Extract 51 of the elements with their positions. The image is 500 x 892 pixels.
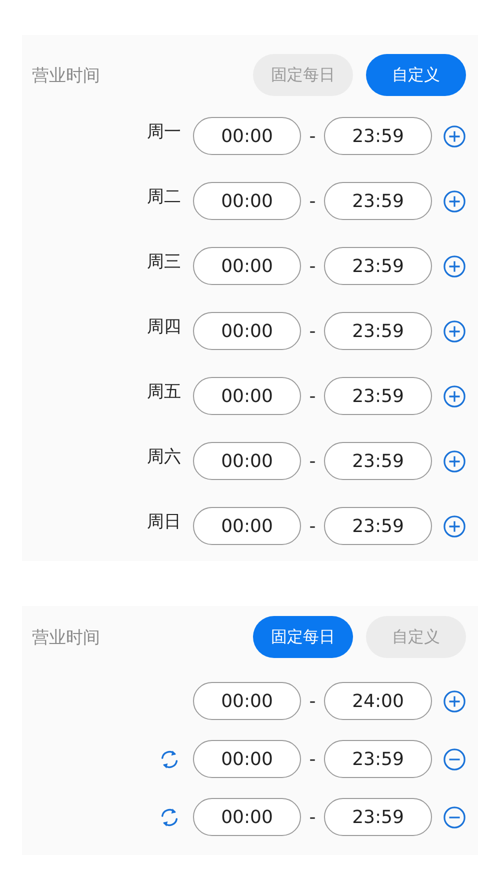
end-time-field[interactable]: 23:59 bbox=[324, 377, 432, 415]
add-icon[interactable] bbox=[443, 690, 466, 712]
start-time-field[interactable]: 00:00 bbox=[193, 247, 301, 285]
start-time-field[interactable]: 00:00 bbox=[193, 312, 301, 350]
day-label: 周四 bbox=[147, 316, 181, 338]
start-time-field[interactable]: 00:00 bbox=[193, 682, 301, 720]
add-icon[interactable] bbox=[443, 320, 466, 342]
mode-button[interactable]: 固定每日 bbox=[253, 616, 353, 658]
range-dash: - bbox=[308, 256, 317, 276]
start-time-field[interactable]: 00:00 bbox=[193, 377, 301, 415]
range-dash: - bbox=[308, 806, 317, 828]
add-icon[interactable] bbox=[443, 384, 466, 408]
range-dash: - bbox=[308, 126, 317, 146]
range-dash: - bbox=[308, 748, 317, 770]
remove-icon[interactable] bbox=[443, 748, 466, 770]
add-icon[interactable] bbox=[443, 254, 466, 278]
start-time-field[interactable]: 00:00 bbox=[193, 182, 301, 220]
start-time-field[interactable]: 00:00 bbox=[193, 740, 301, 778]
mode-button[interactable]: 自定义 bbox=[366, 54, 466, 96]
end-time-field[interactable]: 23:59 bbox=[324, 312, 432, 350]
end-time-field[interactable]: 23:59 bbox=[324, 740, 432, 778]
day-label: 周日 bbox=[147, 510, 181, 532]
end-time-field[interactable]: 23:59 bbox=[324, 117, 432, 155]
add-icon[interactable] bbox=[443, 514, 466, 538]
day-label: 周六 bbox=[147, 446, 181, 468]
start-time-field[interactable]: 00:00 bbox=[193, 798, 301, 836]
end-time-field[interactable]: 23:59 bbox=[324, 507, 432, 545]
range-dash: - bbox=[308, 690, 317, 712]
range-dash: - bbox=[308, 190, 317, 212]
end-time-field[interactable]: 23:59 bbox=[324, 798, 432, 836]
end-time-field[interactable]: 24:00 bbox=[324, 682, 432, 720]
start-time-field[interactable]: 00:00 bbox=[193, 507, 301, 545]
start-time-field[interactable]: 00:00 bbox=[193, 442, 301, 480]
range-dash: - bbox=[308, 450, 317, 472]
section-title: 营业时间 bbox=[32, 64, 100, 86]
day-label: 周三 bbox=[147, 250, 181, 272]
range-dash: - bbox=[308, 320, 317, 342]
range-dash: - bbox=[308, 386, 317, 406]
range-dash: - bbox=[308, 516, 317, 536]
add-icon[interactable] bbox=[443, 450, 466, 472]
day-label: 周五 bbox=[147, 380, 181, 402]
day-label: 周一 bbox=[147, 120, 181, 142]
day-label: 周二 bbox=[147, 186, 181, 208]
end-time-field[interactable]: 23:59 bbox=[324, 247, 432, 285]
add-icon[interactable] bbox=[443, 190, 466, 212]
end-time-field[interactable]: 23:59 bbox=[324, 182, 432, 220]
start-time-field[interactable]: 00:00 bbox=[193, 117, 301, 155]
add-icon[interactable] bbox=[443, 124, 466, 148]
end-time-field[interactable]: 23:59 bbox=[324, 442, 432, 480]
section-title: 营业时间 bbox=[32, 626, 100, 648]
remove-icon[interactable] bbox=[443, 806, 466, 828]
